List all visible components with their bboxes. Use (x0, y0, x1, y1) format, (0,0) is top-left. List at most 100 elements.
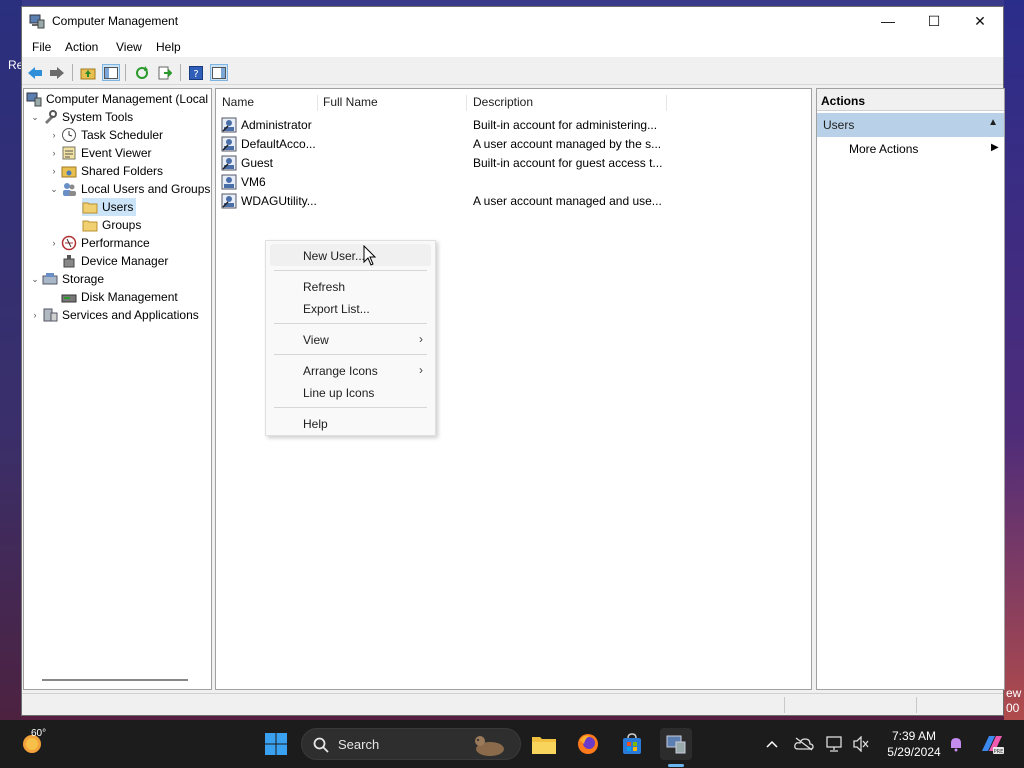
actions-section-users[interactable]: Users ▲ (817, 113, 1004, 137)
tree-item-root[interactable]: Computer Management (Local (26, 90, 208, 108)
more-actions-item[interactable]: More Actions ▶ (849, 142, 999, 156)
chevron-right-icon[interactable]: › (47, 238, 61, 248)
column-header-full-name[interactable]: Full Name (317, 95, 467, 111)
chevron-down-icon[interactable]: ⌄ (28, 274, 42, 285)
start-button[interactable] (260, 728, 292, 760)
tree-item-disk-management[interactable]: Disk Management (61, 288, 178, 306)
title-bar[interactable]: Computer Management — ☐ ✕ (22, 7, 1003, 35)
speaker-muted-icon (853, 736, 869, 752)
tools-icon (45, 110, 57, 124)
toolbar-separator (125, 64, 126, 81)
maximize-button[interactable]: ☐ (911, 7, 957, 35)
back-button[interactable] (26, 64, 44, 81)
tree-item-label: Event Viewer (81, 146, 152, 160)
column-header-description[interactable]: Description (467, 95, 667, 111)
tree-item-label: Users (102, 200, 134, 214)
close-icon: ✕ (974, 12, 986, 29)
table-row[interactable]: WDAGUtility... A user account managed an… (221, 191, 811, 210)
tree-item-users[interactable]: Users (82, 198, 136, 216)
folder-icon (82, 220, 98, 232)
clock[interactable]: 7:39 AM 5/29/2024 (880, 728, 948, 760)
tree-item-local-users-groups[interactable]: ⌄ Local Users and Groups (47, 180, 210, 198)
menu-item-arrange-icons[interactable]: Arrange Icons › (270, 359, 431, 381)
horizontal-scrollbar[interactable] (42, 679, 188, 681)
tree-item-storage[interactable]: ⌄ Storage (28, 270, 104, 288)
table-row[interactable]: VM6 (221, 172, 811, 191)
menu-separator (274, 323, 427, 324)
onedrive-button[interactable] (789, 728, 819, 760)
export-list-button[interactable] (156, 64, 174, 81)
taskbar-search[interactable]: Search (301, 728, 521, 760)
search-icon (313, 737, 329, 753)
menu-help[interactable]: Help (156, 40, 181, 54)
copilot-icon: PRE (982, 736, 1004, 755)
menu-item-new-user[interactable]: New User... (270, 244, 431, 266)
show-hide-action-pane-button[interactable] (210, 64, 228, 81)
notifications-button[interactable] (942, 728, 970, 760)
toolbar: ? (22, 59, 1003, 85)
tree-item-groups[interactable]: Groups (82, 216, 141, 234)
folder-icon (82, 202, 98, 214)
row-description: A user account managed and use... (473, 194, 662, 208)
forward-button[interactable] (48, 64, 66, 81)
user-account-icon (221, 174, 237, 190)
show-hide-tree-button[interactable] (102, 64, 120, 81)
menu-item-view[interactable]: View › (270, 328, 431, 350)
menu-view[interactable]: View (116, 40, 142, 54)
tree-item-device-manager[interactable]: Device Manager (61, 252, 168, 270)
firefox-button[interactable] (572, 728, 604, 760)
volume-button[interactable] (846, 728, 876, 760)
menu-item-help[interactable]: Help (270, 412, 431, 434)
menu-separator (274, 354, 427, 355)
table-row[interactable]: DefaultAcco... A user account managed by… (221, 134, 811, 153)
column-header-name[interactable]: Name (216, 95, 318, 111)
chevron-right-icon[interactable]: › (47, 148, 61, 158)
menu-item-label: View (303, 333, 329, 347)
collapse-up-icon[interactable]: ▲ (988, 117, 998, 128)
window-title: Computer Management (52, 14, 179, 28)
user-account-icon (221, 155, 237, 171)
menu-item-refresh[interactable]: Refresh (270, 275, 431, 297)
chevron-down-icon[interactable]: ⌄ (28, 112, 42, 123)
chevron-right-icon[interactable]: › (28, 310, 42, 320)
menu-item-line-up-icons[interactable]: Line up Icons (270, 381, 431, 403)
tree-item-services-apps[interactable]: › Services and Applications (28, 306, 199, 324)
tree-item-label: Services and Applications (62, 308, 199, 322)
menu-item-export-list[interactable]: Export List... (270, 297, 431, 319)
row-description: Built-in account for administering... (473, 118, 658, 132)
menu-action[interactable]: Action (65, 40, 98, 54)
tree-item-event-viewer[interactable]: › Event Viewer (47, 144, 152, 162)
refresh-button[interactable] (133, 64, 151, 81)
copilot-button[interactable]: PRE (976, 728, 1008, 760)
table-row[interactable]: Guest Built-in account for guest access … (221, 153, 811, 172)
maximize-icon: ☐ (927, 12, 941, 29)
tree-item-task-scheduler[interactable]: › Task Scheduler (47, 126, 163, 144)
row-description: A user account managed by the s... (473, 137, 662, 151)
user-account-icon (221, 136, 237, 152)
show-hidden-icons-button[interactable] (756, 728, 788, 760)
close-button[interactable]: ✕ (957, 7, 1003, 35)
menu-separator (274, 407, 427, 408)
clock-time: 7:39 AM (891, 729, 937, 743)
tree-item-label: Device Manager (81, 254, 169, 268)
chevron-right-icon[interactable]: › (47, 130, 61, 140)
tree-item-performance[interactable]: › Performance (47, 234, 150, 252)
event-viewer-icon (62, 146, 76, 160)
tree-item-shared-folders[interactable]: › Shared Folders (47, 162, 164, 180)
computer-management-taskbar-button[interactable] (660, 728, 692, 760)
minimize-button[interactable]: — (865, 7, 911, 35)
microsoft-store-button[interactable] (616, 728, 648, 760)
help-button[interactable]: ? (187, 64, 205, 81)
menu-separator (274, 270, 427, 271)
computer-management-icon (26, 92, 42, 107)
actions-pane: Actions Users ▲ More Actions ▶ (816, 88, 1005, 690)
table-row[interactable]: Administrator Built-in account for admin… (221, 115, 811, 134)
mouse-cursor-icon (363, 245, 377, 266)
chevron-right-icon[interactable]: › (47, 166, 61, 176)
chevron-down-icon[interactable]: ⌄ (47, 184, 61, 195)
menu-file[interactable]: File (32, 40, 51, 54)
file-explorer-button[interactable] (528, 728, 560, 760)
up-level-button[interactable] (79, 64, 97, 81)
performance-icon (61, 235, 77, 251)
tree-item-system-tools[interactable]: ⌄ System Tools (28, 108, 133, 126)
